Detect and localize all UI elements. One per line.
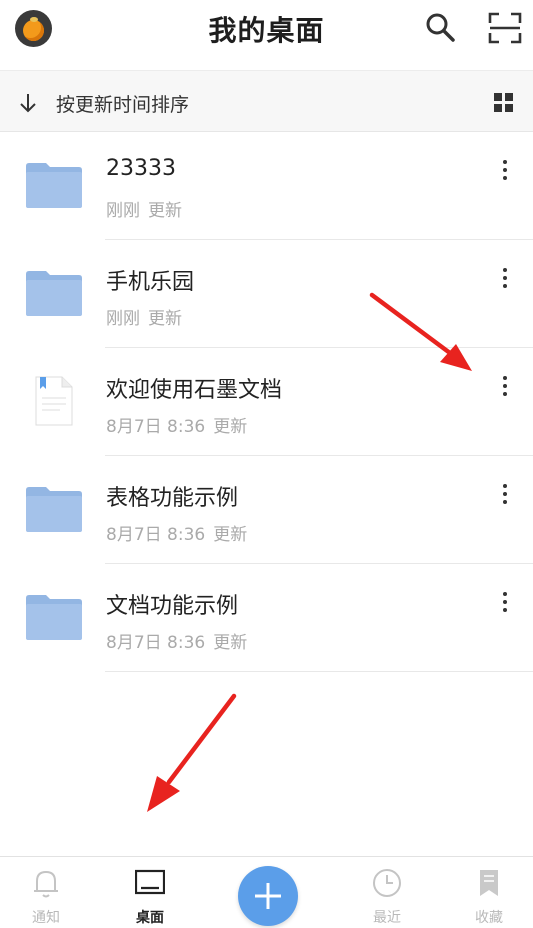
plus-icon	[255, 883, 281, 909]
file-name: 欢迎使用石墨文档	[106, 378, 283, 403]
folder-icon	[26, 271, 82, 316]
updated-time: 8月7日 8:36	[106, 417, 206, 437]
more-options-icon[interactable]	[492, 372, 518, 402]
scan-icon[interactable]	[487, 10, 523, 46]
tab-desktop[interactable]: 桌面	[110, 857, 190, 928]
annotation-arrow	[147, 693, 237, 812]
file-meta: 8月7日 8:36 更新	[106, 520, 247, 545]
file-name: 23333	[106, 156, 176, 181]
add-button[interactable]	[238, 866, 298, 926]
file-meta: 8月7日 8:36 更新	[106, 628, 247, 653]
updated-time: 8月7日 8:36	[106, 525, 206, 545]
tab-label: 最近	[373, 910, 401, 926]
file-meta: 刚刚 更新	[106, 196, 182, 221]
divider	[105, 671, 533, 672]
updated-time: 8月7日 8:36	[106, 633, 206, 653]
folder-icon	[26, 487, 82, 532]
app-header: 我的桌面	[0, 0, 533, 70]
list-item[interactable]: 表格功能示例 8月7日 8:36 更新	[0, 456, 533, 564]
grid-view-icon[interactable]	[494, 93, 513, 112]
annotation-arrow	[369, 292, 472, 371]
tab-favorites[interactable]: 收藏	[449, 857, 529, 928]
updated-label: 更新	[148, 309, 182, 329]
tab-label: 收藏	[475, 910, 503, 926]
file-meta: 8月7日 8:36 更新	[106, 412, 247, 437]
file-name: 手机乐园	[106, 270, 195, 295]
bell-icon	[34, 870, 58, 898]
file-list: 23333 刚刚 更新 手机乐园 刚刚 更新 欢迎使用石墨文档 8月7日 8:36 更…	[0, 132, 533, 672]
updated-label: 更新	[213, 417, 248, 437]
tab-label: 桌面	[136, 910, 164, 926]
tab-notifications[interactable]: 通知	[6, 857, 86, 928]
document-icon	[35, 376, 73, 426]
file-name: 表格功能示例	[106, 486, 239, 511]
file-meta: 刚刚 更新	[106, 304, 182, 329]
list-item[interactable]: 23333 刚刚 更新	[0, 132, 533, 240]
search-icon[interactable]	[422, 10, 458, 46]
tab-label: 通知	[32, 910, 60, 926]
tab-recent[interactable]: 最近	[347, 857, 427, 928]
folder-icon	[26, 595, 82, 640]
updated-label: 更新	[213, 633, 248, 653]
sort-label[interactable]: 按更新时间排序	[56, 90, 189, 117]
file-name: 文档功能示例	[106, 594, 239, 619]
more-options-icon[interactable]	[492, 480, 518, 510]
bookmark-icon	[480, 870, 498, 896]
updated-label: 更新	[148, 201, 182, 221]
updated-time: 刚刚	[106, 309, 140, 329]
list-item[interactable]: 文档功能示例 8月7日 8:36 更新	[0, 564, 533, 672]
folder-icon	[26, 163, 82, 208]
more-options-icon[interactable]	[492, 588, 518, 618]
arrow-down-icon[interactable]	[18, 92, 38, 114]
clock-icon	[373, 869, 401, 897]
more-options-icon[interactable]	[492, 156, 518, 186]
more-options-icon[interactable]	[492, 264, 518, 294]
updated-time: 刚刚	[106, 201, 140, 221]
updated-label: 更新	[213, 525, 248, 545]
desktop-icon	[135, 869, 165, 895]
sort-bar: 按更新时间排序	[0, 70, 533, 132]
